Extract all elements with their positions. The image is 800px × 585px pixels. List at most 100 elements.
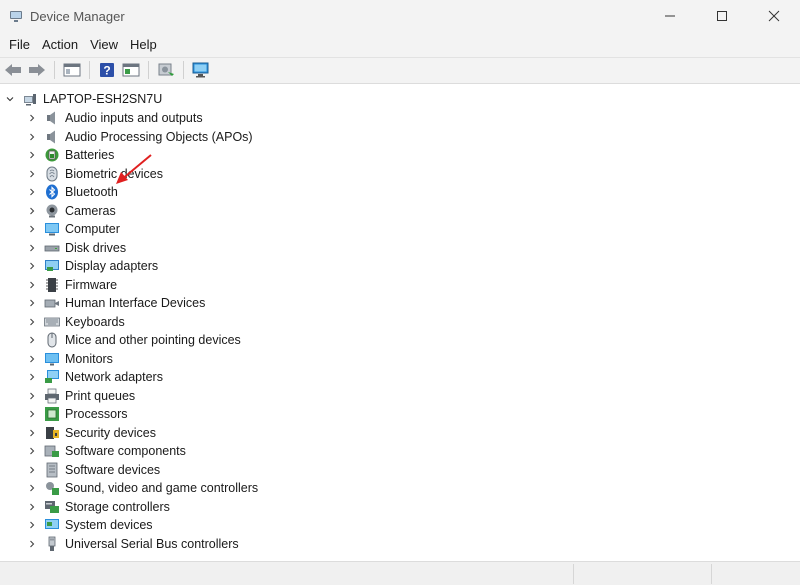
properties-button[interactable] [120,59,142,81]
chevron-right-icon[interactable] [26,242,38,254]
tree-category-label: Software components [65,444,186,458]
help-icon: ? [100,63,114,78]
tree-category-label: Mice and other pointing devices [65,333,241,347]
tree-category[interactable]: Human Interface Devices [26,294,205,312]
tree-category-label: Storage controllers [65,499,170,514]
software-device-icon [44,462,60,478]
tree-category[interactable]: Network adapters [26,368,163,386]
chevron-right-icon[interactable] [26,390,38,402]
chevron-right-icon[interactable] [26,519,38,531]
tree-category[interactable]: Audio Processing Objects (APOs) [26,128,253,146]
chevron-right-icon[interactable] [26,445,38,457]
status-divider [711,564,712,584]
window-title: Device Manager [30,8,125,24]
close-button[interactable] [748,0,800,32]
help-button[interactable]: ? [96,59,118,81]
chevron-right-icon[interactable] [26,297,38,309]
tree-category[interactable]: Software devices [26,461,160,479]
tree-category[interactable]: Firmware [26,276,117,294]
chevron-right-icon[interactable] [26,334,38,346]
show-hide-console-tree-button[interactable] [61,59,83,81]
chevron-right-icon[interactable] [26,316,38,328]
chevron-right-icon[interactable] [26,112,38,124]
properties-icon [122,63,140,77]
tree-category[interactable]: Software components [26,442,186,460]
tree-category[interactable]: Monitors [26,350,113,368]
tree-category-label: Universal Serial Bus controllers [65,536,239,551]
tree-category[interactable]: System devices [26,516,153,534]
device-tree[interactable]: LAPTOP-ESH2SN7U Audio inputs and outputs… [0,83,800,561]
update-driver-icon [158,63,174,76]
maximize-button[interactable] [696,0,748,32]
tree-category[interactable]: Audio inputs and outputs [26,109,203,127]
tree-category[interactable]: Storage controllers [26,498,170,516]
scan-hardware-button[interactable] [190,59,212,81]
tree-category-label: Network adapters [65,370,163,384]
chevron-right-icon[interactable] [26,464,38,476]
tree-category[interactable]: Display adapters [26,257,158,275]
chevron-right-icon[interactable] [26,482,38,494]
tree-root[interactable]: LAPTOP-ESH2SN7U [4,90,162,108]
tree-category[interactable]: Cameras [26,202,116,220]
computer-icon [22,91,38,107]
chevron-right-icon[interactable] [26,408,38,420]
camera-icon [44,203,60,219]
tree-category[interactable]: Computer [26,220,120,238]
network-adapter-icon [44,369,60,385]
tree-category[interactable]: Disk drives [26,239,126,257]
tree-category[interactable]: Batteries [26,146,114,164]
minimize-button[interactable] [644,0,696,32]
speaker-icon [44,110,60,126]
chevron-right-icon[interactable] [26,186,38,198]
menu-view[interactable]: View [84,34,124,56]
tree-category-label: Security devices [65,425,157,440]
tree-category-label: Human Interface Devices [65,296,206,310]
chevron-right-icon[interactable] [26,371,38,383]
tree-category-label: Sound, video and game controllers [65,481,259,495]
device-manager-icon [8,8,24,24]
chevron-down-icon[interactable] [4,93,16,105]
status-bar [0,561,800,585]
tree-category[interactable]: Processors [26,405,128,423]
keyboard-icon [44,314,60,330]
toolbar-separator [183,61,184,79]
tree-category-label: Batteries [65,148,115,162]
tree-category-label: Print queues [65,388,136,403]
tree-category-label: Computer [65,222,120,236]
tree-category[interactable]: Security devices [26,424,156,442]
svg-text:?: ? [103,64,110,78]
tree-category[interactable]: Biometric devices [26,165,163,183]
printer-icon [44,388,60,404]
menu-file[interactable]: File [3,34,36,56]
chevron-right-icon[interactable] [26,260,38,272]
tree-category[interactable]: Universal Serial Bus controllers [26,535,239,553]
display-adapter-icon [44,258,60,274]
chevron-right-icon[interactable] [26,205,38,217]
monitor-icon [44,351,60,367]
close-icon [768,10,780,22]
chevron-right-icon[interactable] [26,223,38,235]
chevron-right-icon[interactable] [26,538,38,550]
tree-category[interactable]: Sound, video and game controllers [26,479,258,497]
chevron-right-icon[interactable] [26,501,38,513]
back-button[interactable] [2,59,24,81]
chevron-right-icon[interactable] [26,353,38,365]
tree-category[interactable]: Bluetooth [26,183,118,201]
forward-button[interactable] [26,59,48,81]
menu-action[interactable]: Action [36,34,84,56]
tree-category[interactable]: Print queues [26,387,135,405]
chevron-right-icon[interactable] [26,168,38,180]
tree-category-label: Disk drives [65,240,127,255]
chevron-right-icon[interactable] [26,427,38,439]
tree-category[interactable]: Keyboards [26,313,125,331]
system-device-icon [44,517,60,533]
menu-help[interactable]: Help [124,34,163,56]
chevron-right-icon[interactable] [26,149,38,161]
tree-category[interactable]: Mice and other pointing devices [26,331,241,349]
update-driver-button[interactable] [155,59,177,81]
tree-category-label: Audio inputs and outputs [65,111,203,125]
tree-category-label: Processors [65,407,128,421]
processor-icon [44,406,60,422]
chevron-right-icon[interactable] [26,131,38,143]
chevron-right-icon[interactable] [26,279,38,291]
